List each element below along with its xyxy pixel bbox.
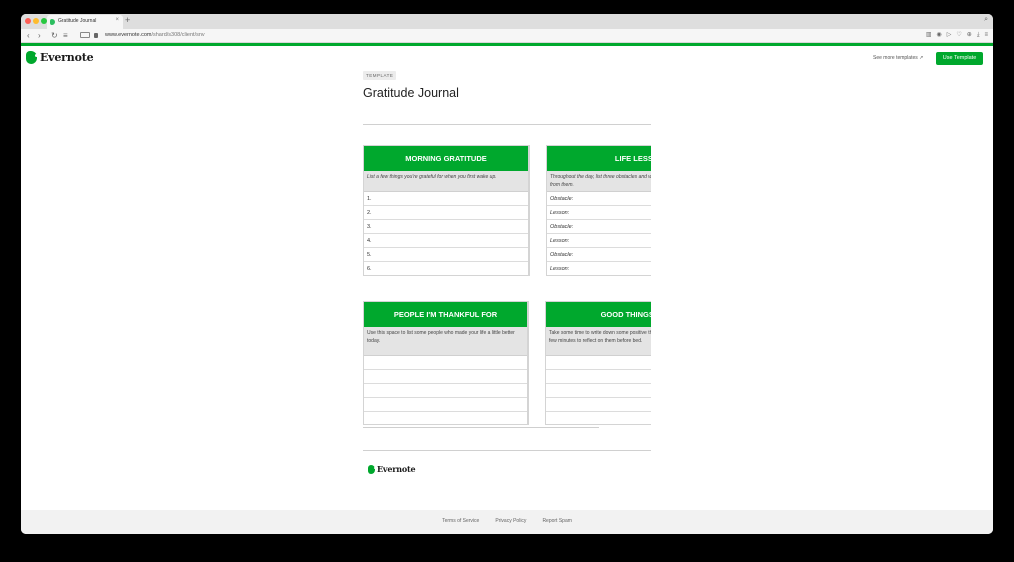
shield-icon[interactable]: ⊕ [967,31,972,40]
column-divider [528,301,529,425]
url-path: /shard/s308/client/snv [151,32,205,38]
browser-window: Gratitude Journal × + ⌕ ‹ › ↻ ≡ www.ever… [21,14,993,534]
page-footer: Terms of Service Privacy Policy Report S… [21,510,993,534]
play-icon[interactable]: ▷ [947,31,952,40]
url-domain: www.evernote.com [105,32,152,38]
account-icon[interactable]: ◉ [937,31,942,40]
elephant-icon [368,464,376,474]
list-item[interactable]: Obstacle: [547,220,651,234]
use-template-button[interactable]: Use Template [936,52,983,65]
card-description: Use this space to list some people who m… [364,327,527,356]
list-item[interactable]: 1. [364,192,528,206]
footer-logo-text: Evernote [377,464,416,474]
reload-button[interactable]: ↻ [51,30,58,42]
card-title: MORNING GRATITUDE [364,146,528,171]
page-title: Gratitude Journal [363,86,459,100]
menu-icon[interactable]: ≡ [984,31,988,40]
template-badge: TEMPLATE [363,71,397,80]
list-item[interactable]: 6. [364,262,528,275]
tab-strip: Gratitude Journal × + ⌕ [21,14,993,29]
browser-tab[interactable]: Gratitude Journal × [47,15,123,29]
lock-icon [94,33,98,38]
sidebar-toggle-icon[interactable]: ≡ [63,30,68,42]
evernote-favicon-icon [50,19,55,25]
tab-close-icon[interactable]: × [115,17,119,23]
list-item[interactable] [546,356,651,370]
forward-button[interactable]: › [38,30,41,42]
list-item[interactable]: Lesson: [547,206,651,220]
heart-icon[interactable]: ♡ [956,31,961,40]
card-title: PEOPLE I'M THANKFUL FOR [364,302,527,327]
list-item[interactable]: 5. [364,248,528,262]
tab-search-icon[interactable]: ⌕ [984,16,988,24]
list-item[interactable] [546,370,651,384]
browser-toolbar: ‹ › ↻ ≡ www.evernote.com/shard/s308/clie… [21,29,993,43]
column-divider [529,145,530,276]
see-more-templates-link[interactable]: See more templates ↗ [873,55,923,61]
list-item[interactable]: 2. [364,206,528,220]
list-item[interactable] [364,384,527,398]
list-item[interactable] [546,398,651,412]
list-item[interactable]: Obstacle: [547,248,651,262]
list-item[interactable] [546,412,651,424]
footer-evernote-logo[interactable]: Evernote [368,464,416,474]
report-spam-link[interactable]: Report Spam [542,518,571,524]
table-scrollbar[interactable] [363,427,599,428]
list-item[interactable]: Lesson: [547,262,651,275]
terms-of-service-link[interactable]: Terms of Service [442,518,479,524]
card-description: Throughout the day, list three obstacles… [547,171,651,192]
list-item[interactable]: 4. [364,234,528,248]
new-tab-button[interactable]: + [125,15,130,25]
list-item[interactable]: 3. [364,220,528,234]
tab-title: Gratitude Journal [58,18,97,24]
life-lessons-card: LIFE LESSONS Throughout the day, list th… [546,145,651,276]
list-item[interactable] [364,356,527,370]
list-item[interactable] [364,370,527,384]
card-description: List a few things you're grateful for wh… [364,171,528,192]
logo-text: Evernote [40,51,94,64]
list-item[interactable] [546,384,651,398]
library-icon[interactable]: ▥ [926,31,932,40]
card-description: Take some time to write down some positi… [546,327,651,356]
list-item[interactable]: Obstacle: [547,192,651,206]
divider [363,450,651,451]
elephant-icon [26,51,38,64]
privacy-policy-link[interactable]: Privacy Policy [495,518,526,524]
people-thankful-card: PEOPLE I'M THANKFUL FOR Use this space t… [363,301,528,425]
list-item[interactable]: Lesson: [547,234,651,248]
card-title: GOOD THINGS TODAY [546,302,651,327]
morning-gratitude-card: MORNING GRATITUDE List a few things you'… [363,145,529,276]
evernote-logo[interactable]: Evernote [26,51,94,64]
good-things-card: GOOD THINGS TODAY Take some time to writ… [545,301,651,425]
address-bar[interactable]: www.evernote.com/shard/s308/client/snv [105,32,205,38]
list-item[interactable] [364,398,527,412]
card-title: LIFE LESSONS [547,146,651,171]
minimize-window-button[interactable] [33,18,39,24]
list-item[interactable] [364,412,527,424]
close-window-button[interactable] [25,18,31,24]
back-button[interactable]: ‹ [27,30,30,42]
footer-links: Terms of Service Privacy Policy Report S… [21,518,993,524]
reader-view-icon[interactable] [80,32,90,38]
toolbar-icons: ▥ ◉ ▷ ♡ ⊕ ⤓ ≡ [926,31,988,40]
divider [363,124,651,125]
brand-accent-bar [21,43,993,46]
download-icon[interactable]: ⤓ [977,31,980,40]
